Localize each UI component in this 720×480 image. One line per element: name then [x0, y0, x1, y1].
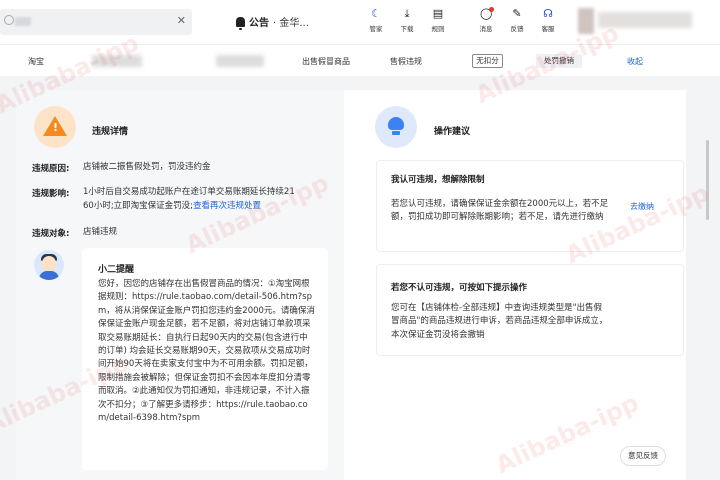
notice-text: · 金华... — [273, 18, 309, 29]
search-blurred-text — [15, 17, 31, 26]
object-label: 违规对象: — [32, 229, 70, 239]
bell-icon — [236, 16, 245, 30]
blurred-value — [216, 55, 264, 67]
book-icon: ▤ — [432, 7, 444, 20]
edit-icon: ✎ — [512, 7, 522, 20]
unread-dot — [489, 7, 494, 12]
reminder-text: 您好，因您的店铺存在出售假冒商品的情况：①淘宝网根据规则：https://rul… — [98, 279, 315, 424]
section-title-violation: 违规详情 — [92, 127, 129, 137]
search-icon — [4, 15, 14, 25]
avatar[interactable] — [578, 8, 594, 34]
feedback-button[interactable]: 意见反馈 — [620, 446, 666, 466]
blurred-value — [92, 55, 142, 67]
no-deduction-tag: 无扣分 — [472, 54, 503, 68]
tool-assistant[interactable]: ☾ 管家 — [362, 7, 390, 34]
assistant-icon: ☾ — [371, 7, 381, 20]
nav-taobao: 淘宝 — [28, 57, 44, 66]
reminder-card: 小二提醒 您好，因您的店铺存在出售假冒商品的情况：①淘宝网根据规则：https:… — [82, 248, 328, 470]
tool-label: 反馈 — [510, 25, 524, 33]
main-panel: ! 违规详情 违规原因: 店铺被二振售假处罚，罚没违约金 违规影响: 1小时后自… — [16, 90, 686, 480]
tool-label: 客服 — [541, 25, 555, 33]
user-name-blurred — [598, 12, 692, 28]
penalty-revoked-badge: 处罚撤销 — [536, 54, 582, 68]
section-title-advice: 操作建议 — [434, 127, 471, 137]
reminder-title: 小二提醒 — [98, 265, 135, 275]
reason-label: 违规原因: — [32, 164, 70, 174]
assistant-avatar — [34, 250, 64, 280]
pay-link[interactable]: 去缴纳 — [630, 201, 654, 212]
advice-badge — [375, 106, 417, 148]
tool-rules[interactable]: ▤ 规则 — [424, 7, 452, 34]
accept-violation-card: 我认可违规，想解除限制 若您认可违规，请确保保证金余额在2000元以上，若不足额… — [376, 160, 684, 252]
tool-download[interactable]: ⤓ 下载 — [393, 7, 421, 34]
info-nav: 淘宝 出售假冒商品 售假违规 无扣分 处罚撤销 收起 — [0, 44, 720, 76]
lightbulb-base — [392, 131, 400, 135]
tool-label: 消息 — [479, 25, 493, 33]
nav-counterfeit: 出售假冒商品 — [302, 57, 350, 66]
dispute-text: 您可在【店铺体检-全部违规】中查询违规类型是"出售假冒商品"的商品违规进行申诉，… — [391, 303, 608, 340]
avatar-body — [39, 271, 59, 280]
nav-fake: 售假违规 — [390, 57, 422, 66]
accept-text: 若您认可违规，请确保保证金余额在2000元以上，若不足额，罚扣成功即可解除账期影… — [391, 199, 609, 223]
top-bar: ✕ 公告 · 金华... ☾ 管家 ⤓ 下载 ▤ 规则 ◯ 消息 ✎ 反馈 ☊ … — [0, 0, 720, 44]
impact-label: 违规影响: — [32, 189, 70, 199]
download-icon: ⤓ — [404, 7, 410, 20]
tool-label: 下载 — [400, 25, 414, 33]
tool-feedback[interactable]: ✎ 反馈 — [503, 7, 531, 34]
object-value: 店铺违规 — [83, 227, 118, 237]
headset-icon: ☊ — [543, 7, 553, 20]
collapse-link[interactable]: 收起 — [627, 56, 643, 67]
lightbulb-icon — [388, 117, 404, 130]
reason-value: 店铺被二振售假处罚，罚没违约金 — [83, 162, 211, 172]
search-input[interactable]: ✕ — [0, 9, 192, 35]
impact-line-2: 60小时;立即淘宝保证金罚没;查看再次违规处置 — [83, 199, 339, 213]
warning-badge: ! — [34, 106, 76, 148]
notice-bar[interactable]: 公告 · 金华... — [236, 14, 309, 30]
tool-label: 管家 — [369, 25, 383, 33]
view-disposal-link[interactable]: 查看再次违规处置 — [193, 201, 261, 211]
notice-label: 公告 — [249, 18, 269, 29]
tool-message[interactable]: ◯ 消息 — [472, 7, 500, 33]
violation-details-panel: ! 违规详情 违规原因: 店铺被二振售假处罚，罚没违约金 违规影响: 1小时后自… — [16, 90, 344, 480]
impact-value: 1小时后自交易成功起账户在途订单交易账期延长持续21 60小时;立即淘宝保证金罚… — [83, 185, 339, 213]
dispute-title: 若您不认可违规，可按如下提示操作 — [391, 283, 528, 293]
dispute-violation-card: 若您不认可违规，可按如下提示操作 您可在【店铺体检-全部违规】中查询违规类型是"… — [376, 264, 684, 356]
tool-label: 规则 — [431, 25, 445, 33]
close-icon[interactable]: ✕ — [177, 14, 186, 27]
impact-text: 60小时;立即淘宝保证金罚没; — [83, 201, 194, 211]
tool-service[interactable]: ☊ 客服 — [534, 7, 562, 34]
warning-mark: ! — [53, 121, 59, 134]
impact-line-1: 1小时后自交易成功起账户在途订单交易账期延长持续21 — [83, 187, 295, 197]
advice-panel: 操作建议 我认可违规，想解除限制 若您认可违规，请确保保证金余额在2000元以上… — [360, 90, 686, 480]
scrollbar[interactable] — [706, 140, 709, 220]
accept-title: 我认可违规，想解除限制 — [391, 175, 485, 185]
avatar-face — [42, 256, 56, 272]
